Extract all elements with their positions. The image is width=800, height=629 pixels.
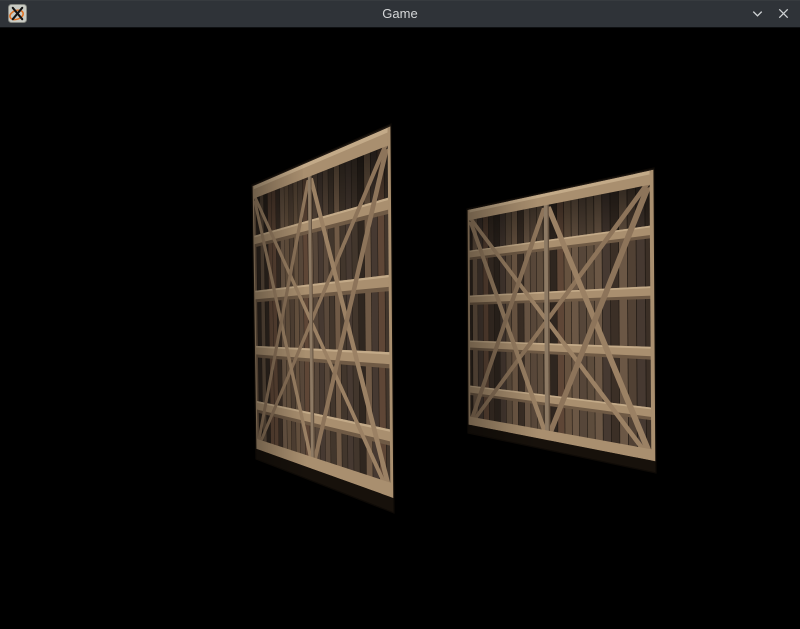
xorg-icon-svg xyxy=(8,4,27,23)
wooden-crate-left xyxy=(252,124,394,513)
titlebar[interactable]: Game xyxy=(0,0,800,28)
close-icon xyxy=(776,6,791,21)
scene-canvas xyxy=(0,28,800,629)
window-controls xyxy=(746,3,800,25)
shade-button[interactable] xyxy=(746,3,768,25)
close-button[interactable] xyxy=(772,3,794,25)
game-viewport[interactable] xyxy=(0,28,800,629)
chevron-down-icon xyxy=(750,6,765,21)
xorg-icon[interactable] xyxy=(7,4,27,24)
wooden-crate-right xyxy=(467,168,656,473)
game-window: Game xyxy=(0,0,800,629)
window-title: Game xyxy=(0,6,800,21)
